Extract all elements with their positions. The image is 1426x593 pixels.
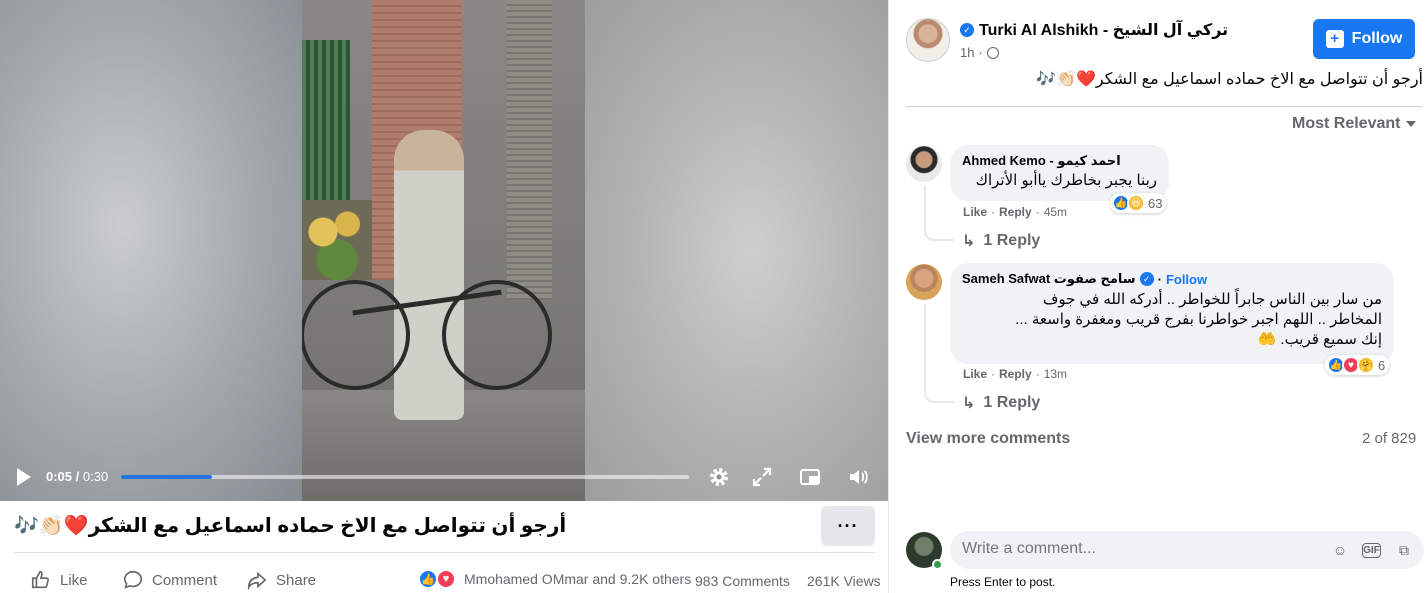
comment-reactions[interactable]: 👍 ♥ 🤗 6 [1325,355,1390,375]
verified-badge-icon: ✓ [1139,272,1154,286]
commenter-name-row: Sameh Safwat سامح صفوت ✓ · Follow [962,271,1208,287]
sort-dropdown[interactable]: Most Relevant [1292,115,1417,133]
fruit-stall [302,200,372,280]
reply-arrow-icon: ↳ [962,233,976,250]
thumbs-up-icon [31,570,50,589]
video-blur-left [0,0,302,501]
comment-reply-link[interactable]: Reply [999,205,1032,219]
green-gate [302,40,350,220]
author-name-row: ✓ Turki Al Alshikh - تركي آل الشيخ [960,20,1228,40]
bicycle-wheel [302,280,410,390]
commenter-name[interactable]: Ahmed Kemo - احمد كيمو [962,153,1157,169]
volume-icon[interactable] [845,464,871,490]
comment-label: Comment [152,571,218,589]
picture-in-picture-icon[interactable] [797,464,823,490]
more-options-button[interactable]: ··· [821,506,875,546]
sticker-icon[interactable]: ⧉ [1394,540,1414,560]
comment-like-link[interactable]: Like [963,205,987,219]
comment-reply-link[interactable]: Reply [999,367,1032,381]
comment-text-line: المخاطر .. اللهم اجبر خواطرنا بفرج قريب … [1015,311,1382,328]
chevron-down-icon [1406,121,1417,127]
comment-actions: Like · Reply · 13m [963,367,1068,381]
composer-hint: Press Enter to post. [950,575,1056,589]
author-name[interactable]: Turki Al Alshikh - تركي آل الشيخ [979,20,1228,40]
comment-text-line: إنك سميع قريب. 🤲 [1257,331,1382,348]
post-text: أرجو أن تتواصل مع الاخ حماده اسماعيل مع … [1036,71,1423,88]
post-meta: 1h · [960,45,999,60]
view-replies-link[interactable]: ↳ 1 Reply [962,231,1040,251]
commenter-avatar[interactable] [906,146,942,182]
comment-reactions[interactable]: 👍 😆 63 [1110,193,1167,213]
commenter-follow-link[interactable]: Follow [1166,272,1207,287]
author-avatar[interactable] [906,18,950,62]
video-time: 0:05 / 0:30 [46,469,109,484]
play-icon[interactable] [17,468,31,486]
share-icon [247,571,267,591]
comment-like-link[interactable]: Like [963,367,987,381]
comments-pagination: 2 of 829 [1362,430,1417,447]
shop-shutter [507,0,552,300]
replies-label: 1 Reply [983,394,1041,411]
comment-input[interactable] [962,540,1322,558]
verified-badge-icon: ✓ [960,23,974,37]
divider [14,552,875,553]
reactions-summary[interactable]: 👍 ♥ Mmohamed OMmar and 9.2K others [418,569,691,589]
view-replies-link[interactable]: ↳ 1 Reply [962,393,1040,413]
online-status-badge [932,559,943,570]
reaction-count: 6 [1378,357,1386,373]
comment-icon [123,570,143,589]
comment-text: ربنا يجبر بخاطرك ياأبو الأتراك [975,172,1157,189]
thread-line [924,186,954,241]
sort-label: Most Relevant [1292,115,1401,132]
video-player[interactable]: 0:05 / 0:30 [0,0,888,501]
seek-progress [121,475,212,479]
video-blur-right [585,0,888,501]
duration: 0:30 [82,469,109,484]
commenter-avatar[interactable] [906,264,942,300]
divider [906,106,1422,107]
comments-count[interactable]: 983 Comments [695,573,790,589]
follow-button[interactable]: + Follow [1313,19,1415,59]
gear-icon[interactable] [706,464,732,490]
seek-bar[interactable] [121,475,689,479]
share-label: Share [276,571,317,589]
gif-icon[interactable]: GIF [1362,543,1381,558]
reaction-count: 63 [1148,195,1163,211]
share-button[interactable]: Share [246,568,316,592]
man-figure [394,130,464,420]
comment-text-line: من سار بين الناس جابراً للخواطر .. أدركه… [1042,291,1382,308]
commenter-name[interactable]: Sameh Safwat سامح صفوت [962,271,1136,287]
comment-composer[interactable]: ☺ GIF ⧉ [950,531,1424,569]
like-reaction-icon: 👍 [418,569,438,589]
reply-arrow-icon: ↳ [962,395,976,412]
like-label: Like [60,571,88,589]
globe-icon [986,46,999,59]
comment-actions: Like · Reply · 45m [963,205,1068,219]
follow-label: Follow [1351,30,1403,47]
comment-time[interactable]: 13m [1044,367,1067,381]
haha-reaction-icon: 😆 [1127,194,1145,212]
view-more-comments-link[interactable]: View more comments [906,430,1070,448]
thread-line [924,304,954,403]
post-caption: أرجو أن تتواصل مع الاخ حماده اسماعيل مع … [14,515,567,537]
expand-icon[interactable] [749,464,775,490]
video-controls: 0:05 / 0:30 [0,456,888,501]
panel-divider [888,0,889,593]
comment-bubble: Sameh Safwat سامح صفوت ✓ · Follow من سار… [950,263,1394,364]
post-viewer: 0:05 / 0:30 أرجو أن تتواصل مع الاخ حماده… [0,0,1426,593]
like-button[interactable]: Like [30,568,88,592]
love-reaction-icon: ♥ [436,569,456,589]
post-time[interactable]: 1h [960,45,974,60]
views-count: 261K Views [807,573,881,589]
care-reaction-icon: 🤗 [1357,356,1375,374]
video-frame[interactable] [302,0,585,501]
follow-plus-icon: + [1325,30,1344,48]
comment-time[interactable]: 45m [1044,205,1067,219]
reactions-text: Mmohamed OMmar and 9.2K others [464,571,692,587]
current-time: 0:05 [46,469,73,484]
emoji-icon[interactable]: ☺ [1330,540,1350,560]
comment-button[interactable]: Comment [122,568,217,592]
replies-label: 1 Reply [983,232,1041,249]
